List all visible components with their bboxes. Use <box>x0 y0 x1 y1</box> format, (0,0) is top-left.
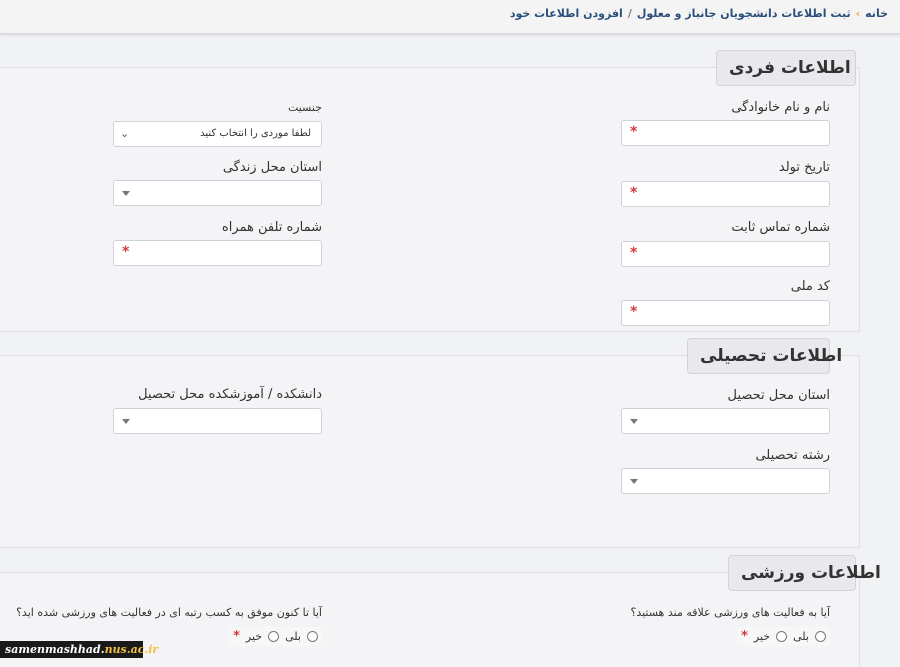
caret-down-icon <box>122 191 130 196</box>
required-mark: * <box>630 304 638 320</box>
mobile-label: شماره تلفن همراه <box>221 220 322 235</box>
breadcrumb-home-link[interactable]: خانه <box>865 7 888 20</box>
gender-select-value: لطفا موردی را انتخاب کنید <box>200 128 311 139</box>
full-name-input[interactable]: * <box>621 120 830 146</box>
faculty-label: دانشکده / آموزشکده محل تحصیل <box>138 387 322 402</box>
watermark-domain-suffix: nus.ac.ir <box>104 643 159 656</box>
residence-province-label: استان محل زندگی <box>222 160 322 175</box>
breadcrumb-current: افزودن اطلاعات خود <box>509 7 623 20</box>
yes-label: بلی <box>793 630 809 643</box>
education-info-legend: اطلاعات تحصیلی <box>687 338 842 374</box>
required-mark: * <box>122 244 130 260</box>
landline-input[interactable]: * <box>621 241 830 267</box>
no-label: خیر <box>245 630 263 643</box>
required-mark: * <box>630 185 638 201</box>
required-mark: * <box>630 124 638 140</box>
required-mark: * <box>233 629 240 644</box>
birth-date-input[interactable]: * <box>621 181 830 207</box>
sports-interest-options: بلی خیر * <box>737 627 830 646</box>
gender-label: جنسیت <box>287 101 322 114</box>
sports-rank-no-radio[interactable] <box>268 631 280 642</box>
required-mark: * <box>630 245 638 261</box>
caret-down-icon <box>630 419 638 424</box>
breadcrumb-divider: / <box>627 7 632 20</box>
sports-rank-question: آیا تا کنون موفق به کسب رتبه ای در فعالی… <box>16 606 322 619</box>
sports-interest-yes-radio[interactable] <box>815 631 826 642</box>
personal-info-legend: اطلاعات فردی <box>716 50 856 86</box>
sports-interest-no-radio[interactable] <box>776 631 788 642</box>
national-code-input[interactable]: * <box>621 300 830 326</box>
national-code-label: کد ملی <box>790 279 830 294</box>
site-watermark: samenmashhad.nus.ac.ir <box>0 641 158 658</box>
no-label: خیر <box>753 630 771 643</box>
breadcrumb-section-link[interactable]: ثبت اطلاعات دانشجویان جانباز و معلول <box>637 7 851 20</box>
major-select[interactable] <box>621 468 830 494</box>
major-label: رشته تحصیلی <box>755 448 830 463</box>
caret-down-icon <box>122 419 130 424</box>
residence-province-select[interactable] <box>113 180 322 206</box>
education-info-panel <box>0 355 860 548</box>
top-bar: خانه › ثبت اطلاعات دانشجویان جانباز و معلو… <box>0 0 900 34</box>
mobile-input[interactable]: * <box>113 240 322 266</box>
birth-date-label: تاریخ تولد <box>778 160 830 175</box>
landline-label: شماره تماس ثابت <box>731 220 830 235</box>
sports-interest-question: آیا به فعالیت های ورزشی علاقه مند هستید؟ <box>630 606 830 619</box>
full-name-label: نام و نام خانوادگی <box>731 100 830 115</box>
required-mark: * <box>741 629 748 644</box>
sports-rank-options: بلی خیر * <box>229 627 322 646</box>
faculty-select[interactable] <box>113 408 322 434</box>
watermark-domain: samenmashhad. <box>5 643 105 656</box>
yes-label: بلی <box>285 630 301 643</box>
breadcrumb: خانه › ثبت اطلاعات دانشجویان جانباز و معلو… <box>510 7 888 20</box>
chevron-right-icon: › <box>855 7 861 20</box>
sports-info-legend: اطلاعات ورزشی <box>728 555 881 591</box>
sports-rank-yes-radio[interactable] <box>307 631 318 642</box>
study-province-select[interactable] <box>621 408 830 434</box>
chevron-down-icon: ⌄ <box>120 127 130 140</box>
study-province-label: استان محل تحصیل <box>727 388 830 403</box>
gender-select[interactable]: لطفا موردی را انتخاب کنید ⌄ <box>113 121 322 147</box>
caret-down-icon <box>630 479 638 484</box>
